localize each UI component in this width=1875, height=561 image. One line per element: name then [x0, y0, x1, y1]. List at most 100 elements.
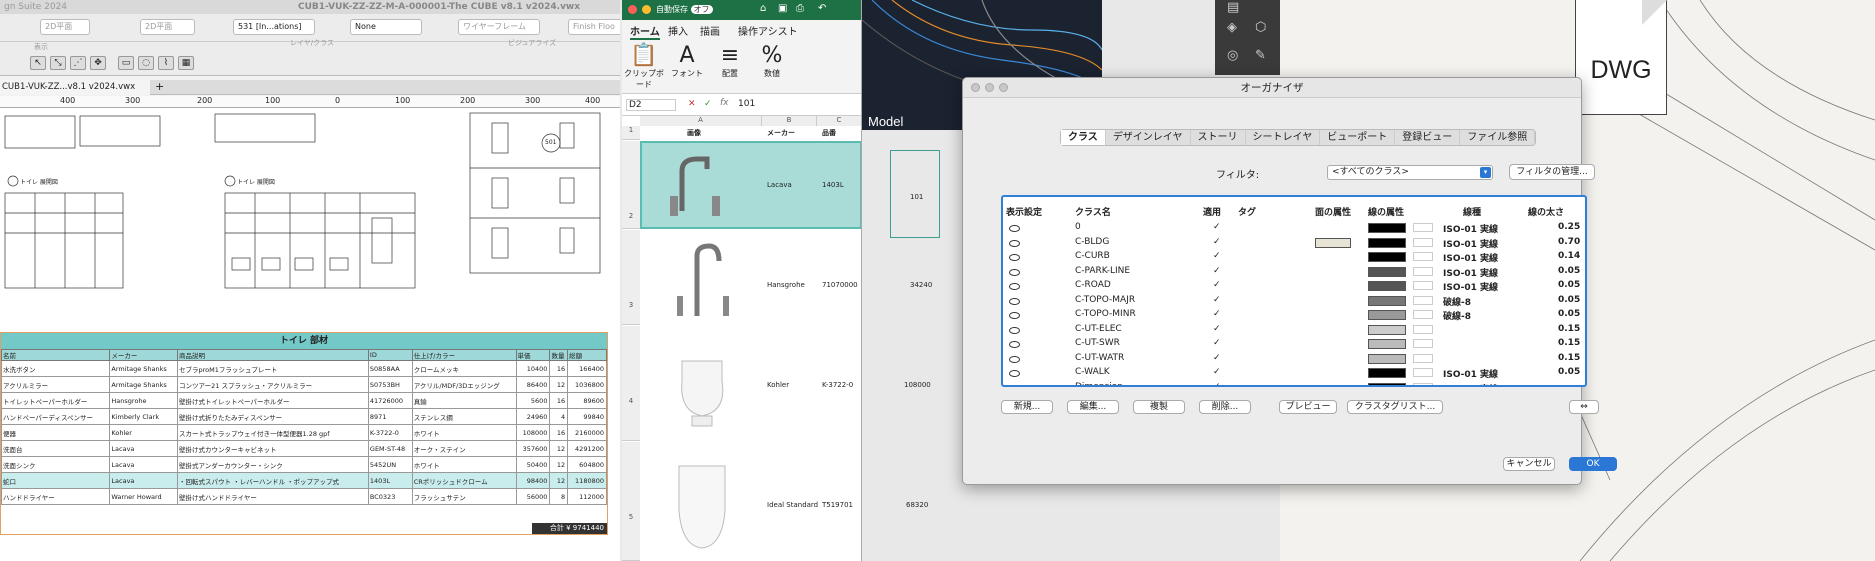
schedule-cell[interactable]: Armitage Shanks [109, 376, 179, 393]
schedule-cell[interactable]: Lacava [109, 440, 179, 457]
cell-id[interactable]: T519701 [822, 501, 853, 509]
schedule-cell[interactable]: 50400 [515, 456, 551, 473]
schedule-cell[interactable]: トイレットペーパーホルダー [0, 392, 111, 409]
schedule-cell[interactable]: 壁掛式アンダーカウンター・シンク [177, 456, 369, 473]
close-icon[interactable] [971, 83, 980, 92]
undo-icon[interactable]: ↶ [818, 3, 826, 14]
schedule-cell[interactable]: 壁掛け式トイレットペーパーホルダー [177, 392, 369, 409]
eye-icon[interactable] [1009, 341, 1020, 348]
schedule-cell[interactable]: 4 [549, 408, 569, 425]
eye-icon[interactable] [1009, 283, 1020, 290]
clipboard-group[interactable]: 📋 クリップボード [624, 44, 664, 90]
schedule-cell[interactable]: CRポリッシュドクローム [411, 472, 517, 489]
schedule-cell[interactable]: 12 [549, 456, 569, 473]
schedule-cell[interactable]: Lacava [109, 472, 179, 489]
schedule-col-header[interactable]: 商品説明 [177, 349, 369, 361]
close-icon[interactable] [628, 5, 637, 14]
schedule-cell[interactable]: 壁掛け式ハンドドライヤー [177, 488, 369, 505]
tab-draw[interactable]: 描画 [700, 23, 720, 38]
schedule-cell[interactable]: Warner Howard [109, 488, 179, 505]
use-check-icon[interactable]: ✓ [1213, 237, 1221, 247]
schedule-cell[interactable]: 12 [549, 440, 569, 457]
schedule-col-header[interactable]: メーカー [109, 349, 179, 361]
cell-id[interactable]: 71070000 [822, 281, 858, 289]
tab-home[interactable]: ホーム [630, 23, 660, 40]
spiral-icon[interactable]: ◎ [1227, 48, 1238, 63]
tab-saved-views[interactable]: 登録ビュー [1395, 130, 1461, 145]
schedule-cell[interactable]: Armitage Shanks [109, 360, 179, 377]
use-check-icon[interactable]: ✓ [1213, 367, 1221, 377]
schedule-cell[interactable]: オーク・ステイン [411, 440, 517, 457]
schedule-cell[interactable]: クロームメッキ [411, 360, 517, 377]
new-button[interactable]: 新規... [1001, 400, 1053, 414]
col-thickness[interactable]: 線の太さ [1528, 205, 1564, 218]
preview-button[interactable]: プレビュー [1279, 400, 1337, 414]
class-row[interactable]: C-TOPO-MAJR ✓ 破線-8 0.05 [1003, 294, 1585, 309]
use-check-icon[interactable]: ✓ [1213, 338, 1221, 348]
projection-select[interactable]: 2D平面 [140, 19, 195, 35]
cell-value[interactable]: 34240 [910, 281, 932, 289]
schedule-row[interactable]: ハンドドライヤー Warner Howard 壁掛け式ハンドドライヤー BC0323 フ… [0, 488, 607, 505]
polygon-tool-icon[interactable]: ⌇ [158, 56, 174, 70]
schedule-row[interactable]: トイレットペーパーホルダー Hansgrohe 壁掛け式トイレットペーパーホルダー 4… [0, 392, 607, 409]
toilet-schedule[interactable]: トイレ 部材 名前 メーカー 商品説明 ID 仕上げ/カラー 単価 数量 総額 水洗ボタン Ar… [0, 332, 608, 535]
tab-references[interactable]: ファイル参照 [1460, 130, 1536, 145]
drawing-area[interactable]: トイレ 展開図 トイレ 展開図 501 トイレ 部材 名前 メーカー 商品説明 ID 仕… [0, 108, 620, 561]
cancel-icon[interactable]: ✕ [688, 99, 696, 109]
class-row[interactable]: Dimension ✓ ISO-01 実線 [1003, 381, 1585, 385]
schedule-cell[interactable]: 12 [549, 376, 569, 393]
schedule-cell[interactable]: 蛇口 [0, 472, 111, 489]
schedule-cell[interactable]: BC0323 [367, 488, 413, 505]
eye-icon[interactable] [1009, 254, 1020, 261]
schedule-cell[interactable]: 16 [549, 360, 569, 377]
schedule-cell[interactable]: 便器 [0, 424, 111, 441]
class-row[interactable]: C-BLDG ✓ ISO-01 実線 0.70 [1003, 236, 1585, 251]
schedule-cell[interactable]: 16 [549, 392, 569, 409]
vw-doc-tab[interactable]: CUB1-VUK-ZZ...v8.1 v2024.vwx [0, 80, 150, 95]
schedule-row[interactable]: 水洗ボタン Armitage Shanks セブラproM1フラッシュプレート S08… [0, 360, 607, 377]
schedule-cell[interactable]: 1403L [367, 472, 413, 489]
formula-input[interactable]: 101 [738, 99, 755, 109]
use-check-icon[interactable]: ✓ [1213, 295, 1221, 305]
use-check-icon[interactable]: ✓ [1213, 353, 1221, 363]
schedule-row[interactable]: 洗面シンク Lacava 壁掛式アンダーカウンター・シンク 5452UN ホワイト 504… [0, 456, 607, 473]
eye-icon[interactable] [1009, 326, 1020, 334]
eye-icon[interactable] [1009, 312, 1020, 319]
schedule-cell[interactable]: 5600 [515, 392, 551, 409]
class-row[interactable]: C-UT-WATR ✓ 0.15 [1003, 352, 1585, 367]
schedule-cell[interactable]: 1180800 [567, 472, 607, 489]
lasso-tool-icon[interactable]: ◌ [138, 56, 154, 70]
use-check-icon[interactable]: ✓ [1213, 266, 1221, 276]
schedule-cell[interactable]: 604800 [567, 456, 607, 473]
schedule-cell[interactable]: セブラproM1フラッシュプレート [177, 360, 369, 377]
schedule-cell[interactable]: 洗面シンク [0, 456, 111, 473]
schedule-cell[interactable]: 357600 [515, 440, 551, 457]
schedule-cell[interactable]: 1036800 [567, 376, 607, 393]
use-check-icon[interactable]: ✓ [1213, 222, 1221, 232]
eye-icon[interactable] [1009, 384, 1020, 385]
col-header[interactable]: A [640, 116, 762, 126]
layer-icon[interactable]: ◈ [1227, 20, 1237, 35]
wireframe-select[interactable]: ワイヤーフレーム [458, 19, 540, 35]
col-visibility[interactable]: 表示設定 [1006, 205, 1042, 218]
col-header[interactable]: B [762, 116, 817, 126]
eyedropper-icon[interactable]: ✎ [1255, 48, 1266, 63]
schedule-cell[interactable]: 41726000 [367, 392, 413, 409]
fx-icon[interactable]: fx [720, 98, 729, 108]
col-use[interactable]: 適用 [1203, 205, 1221, 218]
class-row[interactable]: C-UT-ELEC ✓ 0.15 [1003, 323, 1585, 338]
cell-maker[interactable]: Ideal Standard [767, 501, 818, 509]
schedule-cell[interactable]: 89600 [567, 392, 607, 409]
schedule-cell[interactable]: 16 [549, 424, 569, 441]
schedule-cell[interactable]: 洗面台 [0, 440, 111, 457]
zoom-icon[interactable] [999, 83, 1008, 92]
schedule-cell[interactable]: 壁掛け式カウンターキャビネット [177, 440, 369, 457]
row-header[interactable]: 2 [622, 141, 640, 229]
name-box[interactable]: D2 [626, 99, 676, 111]
layer-select[interactable]: 531 [In...ations] [233, 19, 315, 35]
schedule-cell[interactable]: ホワイト [411, 424, 517, 441]
schedule-col-header[interactable]: 単価 [515, 349, 551, 361]
view-select[interactable]: 2D平面 [40, 19, 90, 35]
schedule-cell[interactable]: アクリルミラー [0, 376, 111, 393]
schedule-cell[interactable]: 112000 [567, 488, 607, 505]
